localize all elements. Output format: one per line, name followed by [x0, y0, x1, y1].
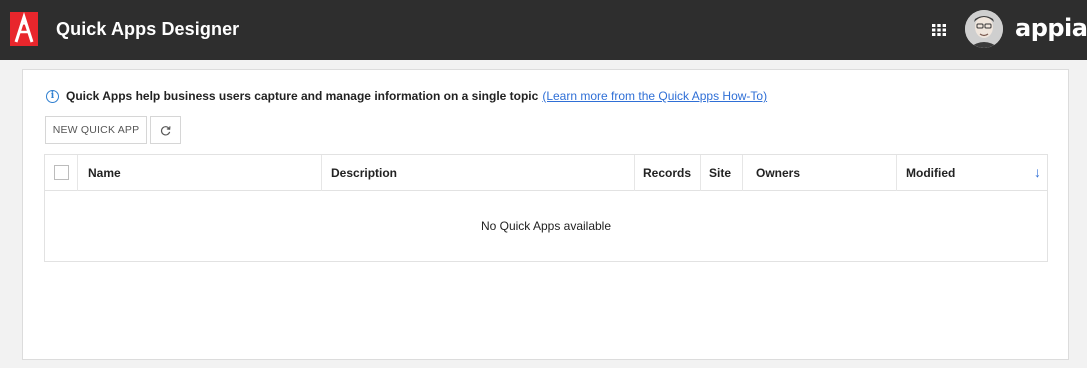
column-header-site[interactable]: Site — [709, 155, 731, 191]
how-to-link[interactable]: (Learn more from the Quick Apps How-To) — [542, 89, 767, 103]
apps-grid-icon[interactable] — [932, 24, 946, 36]
column-divider — [77, 155, 78, 191]
refresh-icon — [160, 125, 171, 135]
refresh-button[interactable] — [150, 116, 181, 144]
column-divider — [321, 155, 322, 191]
column-header-modified[interactable]: Modified — [906, 155, 955, 191]
column-divider — [742, 155, 743, 191]
select-all-checkbox[interactable] — [54, 165, 69, 180]
top-bar: Quick Apps Designer appian — [0, 0, 1087, 60]
column-divider — [896, 155, 897, 191]
column-header-owners[interactable]: Owners — [756, 155, 800, 191]
info-text: Quick Apps help business users capture a… — [66, 89, 539, 103]
new-quick-app-button[interactable]: NEW QUICK APP — [45, 116, 147, 144]
appian-brand-logo: appian — [1015, 14, 1087, 42]
quick-apps-grid: Name Description Records Site Owners Mod… — [44, 154, 1048, 262]
empty-state-message: No Quick Apps available — [480, 219, 612, 233]
sort-down-arrow-icon[interactable]: ↓ — [1034, 164, 1041, 180]
info-banner: i Quick Apps help business users capture… — [46, 89, 767, 103]
column-header-description[interactable]: Description — [331, 155, 397, 191]
column-divider — [700, 155, 701, 191]
info-circle-icon: i — [46, 89, 59, 103]
appian-a-logo-icon[interactable] — [10, 12, 38, 46]
column-header-name[interactable]: Name — [88, 155, 121, 191]
column-header-records[interactable]: Records — [643, 155, 691, 191]
column-divider — [634, 155, 635, 191]
app-title: Quick Apps Designer — [56, 19, 240, 39]
user-avatar-icon[interactable] — [965, 10, 1003, 48]
grid-header: Name Description Records Site Owners Mod… — [45, 155, 1047, 191]
quick-apps-panel: i Quick Apps help business users capture… — [22, 69, 1069, 360]
